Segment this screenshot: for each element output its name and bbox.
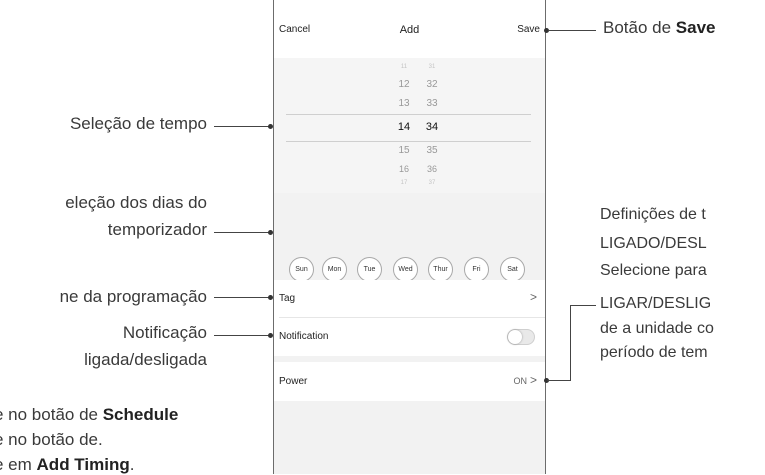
callout-right-line1: Definições de t (600, 206, 706, 223)
tag-label: Tag (279, 293, 296, 304)
callout-right-line6: período de tem (600, 344, 708, 361)
notification-label: Notification (279, 331, 329, 342)
phone-screen: Cancel Add Save 11 12 13 14 15 16 17 31 … (273, 0, 546, 474)
picker-selection-line-bottom (286, 141, 531, 142)
selected-hour[interactable]: 14 (389, 121, 419, 133)
picker-selection-line-top (286, 114, 531, 115)
page-title: Add (399, 24, 420, 36)
callout-right-line3: Selecione para (600, 262, 707, 279)
footer-text: e em (0, 455, 32, 474)
notification-row: Notification (274, 318, 545, 356)
time-picker[interactable]: 11 12 13 14 15 16 17 31 32 33 34 35 36 3… (274, 58, 545, 193)
save-button[interactable]: Save (517, 24, 540, 35)
navigation-bar: Cancel Add Save (274, 0, 545, 58)
callout-time-selection: Seleção de tempo (69, 114, 207, 133)
callout-footer-line3: e em Add Timing. (0, 455, 134, 475)
minute-option[interactable]: 37 (417, 180, 447, 186)
callout-notification-line1: Notificação (122, 323, 207, 342)
day-thur-button[interactable]: Thur (428, 257, 453, 282)
hour-option[interactable]: 11 (389, 64, 419, 70)
footer-text: e no botão de (0, 405, 103, 424)
callout-days-line2: temporizador (107, 220, 207, 239)
chevron-right-icon: > (529, 373, 537, 387)
footer-text: . (129, 455, 135, 474)
callout-footer-line1: e no botão de Schedule (0, 405, 178, 425)
minute-option[interactable]: 36 (417, 164, 447, 174)
leader-line (214, 297, 270, 298)
power-row[interactable]: Power ON > (274, 362, 545, 401)
callout-right-line5: de a unidade co (600, 320, 714, 337)
hour-option[interactable]: 17 (389, 180, 419, 186)
tag-row[interactable]: Tag > (274, 280, 545, 318)
leader-dot (268, 124, 273, 129)
day-wed-button[interactable]: Wed (393, 257, 418, 282)
hour-option[interactable]: 16 (389, 164, 419, 174)
minute-option[interactable]: 32 (417, 79, 447, 90)
leader-line (214, 335, 270, 336)
callout-notification-line2: ligada/desligada (84, 350, 207, 369)
callout-right-line4: LIGAR/DESLIG (600, 295, 712, 312)
power-label: Power (279, 376, 308, 387)
leader-dot (268, 295, 273, 300)
footer-bold-text: Schedule (102, 405, 179, 424)
day-sun-button[interactable]: Sun (289, 257, 314, 282)
callout-save-button: Botão de Save (603, 18, 715, 38)
power-value: ON (513, 376, 528, 386)
hour-option[interactable]: 15 (389, 145, 419, 156)
day-tue-button[interactable]: Tue (357, 257, 382, 282)
leader-dot (268, 230, 273, 235)
leader-line (214, 232, 270, 233)
footer-bold-text: Add Timing (36, 455, 130, 474)
minute-option[interactable]: 35 (417, 145, 447, 156)
notification-toggle[interactable] (507, 329, 535, 345)
leader-line (214, 126, 270, 127)
leader-line (548, 30, 596, 31)
chevron-right-icon: > (529, 290, 537, 304)
leader-line (547, 380, 571, 381)
callout-right-line2: LIGADO/DESL (600, 235, 707, 252)
weekday-selector: Sun Mon Tue Wed Thur Fri Sat (274, 195, 545, 282)
minute-option[interactable]: 33 (417, 98, 447, 109)
day-mon-button[interactable]: Mon (322, 257, 347, 282)
day-sat-button[interactable]: Sat (500, 257, 525, 282)
selected-minute[interactable]: 34 (417, 121, 447, 133)
callout-text: Botão de (603, 18, 676, 37)
leader-line (570, 305, 571, 381)
day-fri-button[interactable]: Fri (464, 257, 489, 282)
leader-dot (268, 333, 273, 338)
callout-footer-line2: e no botão de. (0, 430, 103, 449)
callout-days-line1: eleção dos dias do (65, 193, 207, 212)
callout-bold-text: Save (675, 18, 716, 37)
minute-option[interactable]: 31 (417, 64, 447, 70)
toggle-knob (508, 330, 522, 344)
leader-line (570, 305, 596, 306)
callout-schedule-name: ne da programação (59, 287, 207, 306)
hour-option[interactable]: 12 (389, 79, 419, 90)
hour-option[interactable]: 13 (389, 98, 419, 109)
